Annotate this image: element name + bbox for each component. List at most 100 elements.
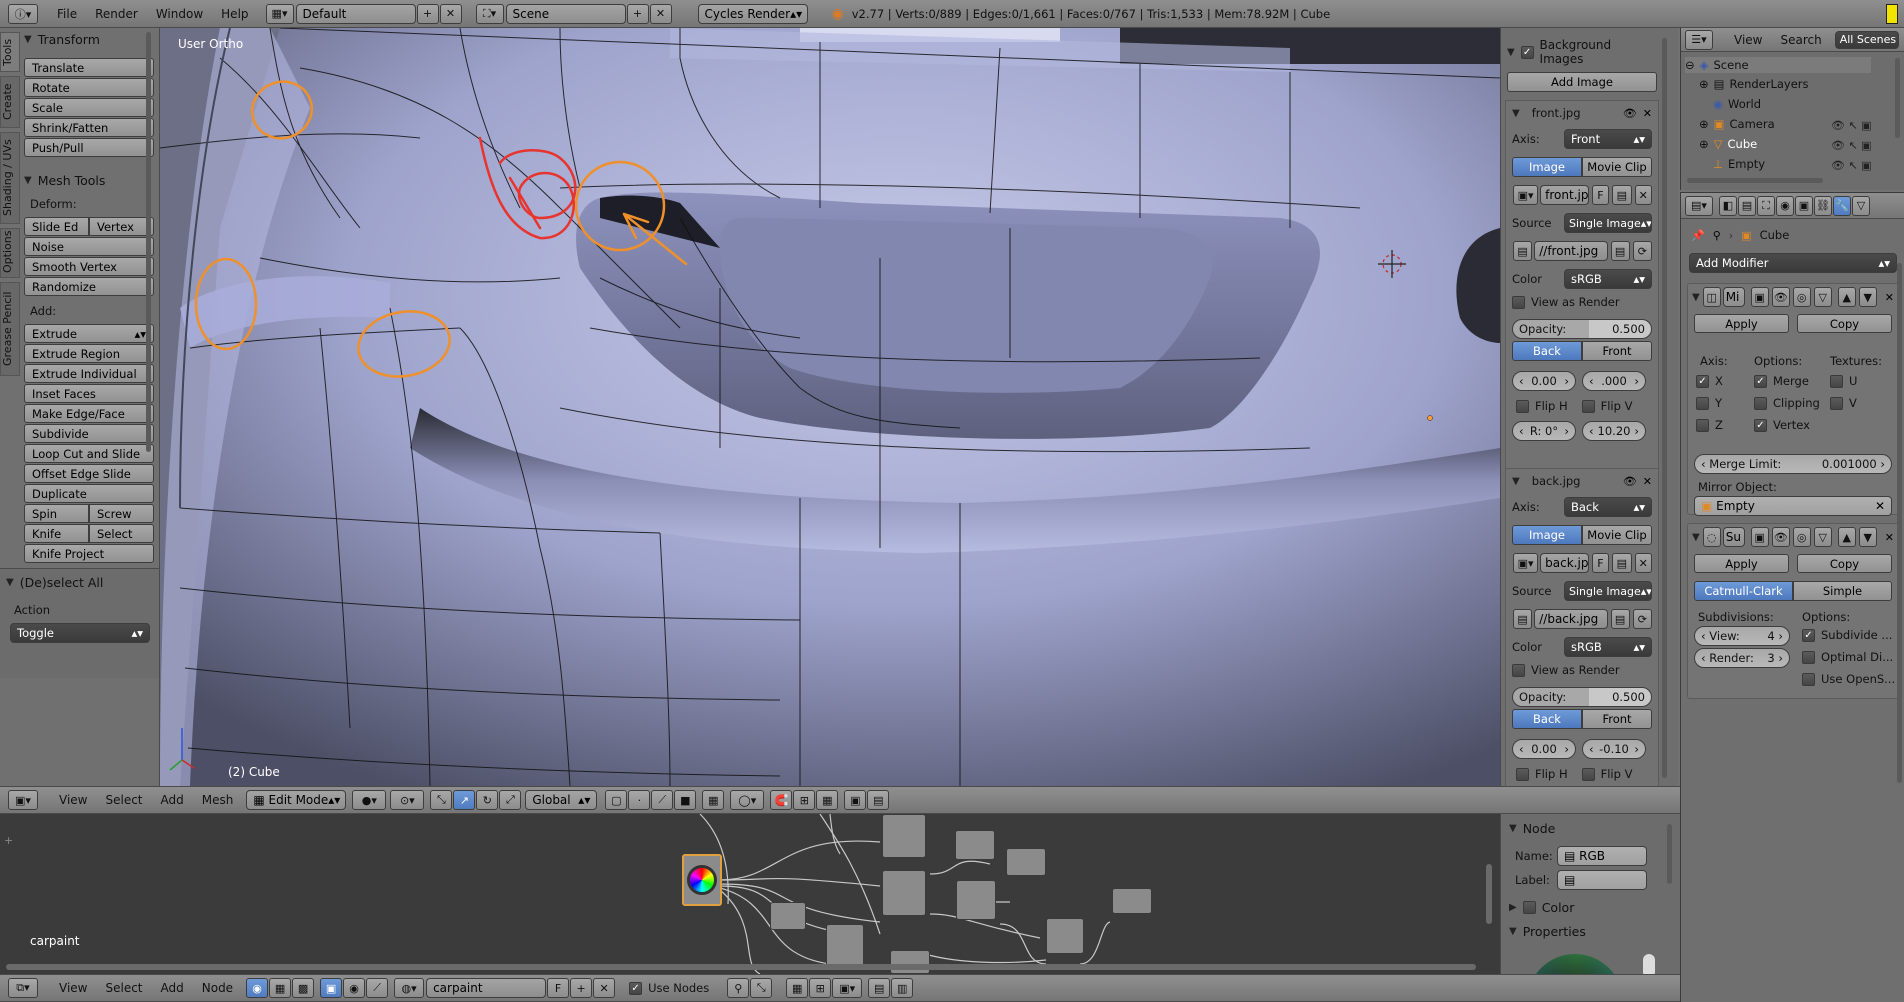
reload-image-icon[interactable]: ⟳ [1632, 609, 1652, 629]
tab-options[interactable]: Options [0, 228, 20, 278]
edge-select-icon[interactable]: ⟋ [651, 790, 674, 810]
render-engine-select[interactable]: Cycles Render ▴▾ [697, 3, 808, 24]
info-warning-icon[interactable] [1886, 4, 1898, 24]
object-shader-icon[interactable]: ▣ [320, 978, 343, 998]
use-opensubdiv-checkbox[interactable] [1802, 672, 1815, 686]
screen-layout-field[interactable]: Default [295, 3, 416, 24]
render-display-icon[interactable]: ◎ [1792, 287, 1811, 307]
node-properties-section-header[interactable]: ▼ Properties [1509, 922, 1586, 940]
background-images-header[interactable]: ▼ ✓ Background Images [1507, 38, 1657, 66]
close-icon[interactable]: ✕ [1643, 107, 1652, 120]
mirror-x-checkbox[interactable]: ✓ [1696, 374, 1709, 388]
constraints-context-icon[interactable]: ⛓ [1814, 195, 1832, 216]
tab-image[interactable]: Image [1512, 525, 1582, 545]
offset-y-field[interactable]: ‹ -0.10 › [1582, 739, 1646, 759]
node-copy-icon[interactable]: ▤ [868, 978, 891, 998]
tab-create[interactable]: Create [0, 76, 20, 128]
view3d-menu-mesh[interactable]: Mesh [193, 793, 243, 807]
camera-visibility-toggles[interactable]: 👁 ↖ ▣ [1831, 116, 1901, 136]
node-menu-add[interactable]: Add [152, 981, 193, 995]
node-color-wheel[interactable] [1527, 954, 1623, 974]
viewport-display-icon[interactable]: 👁 [1771, 287, 1790, 307]
optimal-display-checkbox[interactable] [1802, 650, 1815, 664]
noise-button[interactable]: Noise [24, 237, 154, 256]
size-field[interactable]: ‹ 10.20 › [1582, 421, 1646, 441]
move-up-icon[interactable]: ▲ [1837, 287, 1856, 307]
node-label-field[interactable]: ▤ [1557, 870, 1647, 890]
extrude-individual-button[interactable]: Extrude Individual [24, 364, 154, 383]
node-editor-type-icon[interactable]: ⧉▾ [8, 978, 38, 998]
rgb-node[interactable] [682, 854, 722, 906]
outliner-menu-search[interactable]: Search [1771, 33, 1830, 47]
menu-file[interactable]: File [48, 7, 86, 21]
info-editor-type-icon[interactable]: ⓘ▾ [8, 3, 38, 24]
node-frame-7[interactable] [956, 880, 996, 920]
snap-icon[interactable]: 🧲 [770, 790, 793, 810]
transform-section-header[interactable]: ▼ Transform [24, 28, 154, 50]
last-operator-header[interactable]: ▼ (De)select All [0, 569, 159, 595]
outliner-item-camera[interactable]: ⊕ ▣ Camera [1699, 117, 1775, 131]
opacity-slider[interactable]: Opacity: 0.500 [1512, 319, 1652, 339]
cage-display-icon[interactable]: ▽ [1813, 527, 1832, 547]
view3d-menu-add[interactable]: Add [152, 793, 193, 807]
node-value-slider[interactable] [1643, 954, 1655, 974]
fake-user-toggle[interactable]: F [1591, 553, 1610, 573]
front-toggle[interactable]: Front [1582, 341, 1652, 361]
axis-select[interactable]: Back ▴▾ [1564, 497, 1652, 517]
offset-x-field[interactable]: ‹ 0.00 › [1512, 371, 1576, 391]
collapse-arrow-icon[interactable]: ▼ [1512, 108, 1520, 119]
tab-image[interactable]: Image [1512, 157, 1582, 177]
edit-mode-display-icon[interactable]: ▣ [1750, 287, 1769, 307]
viewport-display-icon[interactable]: 👁 [1771, 527, 1790, 547]
back-toggle[interactable]: Back [1512, 709, 1582, 729]
tab-tools[interactable]: Tools [0, 32, 20, 72]
edit-mode-display-icon[interactable]: ▣ [1750, 527, 1769, 547]
material-browse-icon[interactable]: ◍▾ [394, 978, 425, 998]
node-menu-select[interactable]: Select [96, 981, 151, 995]
render-still-icon[interactable]: ▣ [844, 790, 867, 810]
outliner-item-cube[interactable]: ⊕ ▽ Cube [1699, 137, 1757, 151]
eye-icon[interactable]: 👁 [1623, 107, 1637, 120]
fake-user-toggle[interactable]: F [1591, 185, 1610, 205]
unlink-image-icon[interactable]: ✕ [1634, 553, 1652, 573]
node-frame-5[interactable] [890, 950, 930, 974]
scale-manipulator-icon[interactable]: ⤢ [499, 790, 522, 810]
snap-target-icon[interactable]: ▦ [816, 790, 839, 810]
translate-manipulator-icon[interactable]: ↗ [453, 790, 476, 810]
subsurf-copy-button[interactable]: Copy [1797, 554, 1892, 573]
randomize-button[interactable]: Randomize [24, 277, 154, 296]
add-modifier-select[interactable]: Add Modifier ▴▾ [1689, 253, 1897, 273]
manipulator-toggle-icon[interactable]: ⤡ [430, 790, 453, 810]
node-frame-8[interactable] [1006, 848, 1046, 876]
clipping-checkbox[interactable] [1754, 396, 1767, 410]
pivot-point-icon[interactable]: ⊙▾ [390, 790, 425, 810]
subsurf-modifier-name[interactable]: Su [1722, 527, 1745, 547]
knife-project-button[interactable]: Knife Project [24, 544, 154, 563]
slide-edge-button[interactable]: Slide Ed [24, 217, 89, 236]
menu-help[interactable]: Help [212, 7, 257, 21]
simple-toggle[interactable]: Simple [1793, 581, 1892, 601]
image-browse-icon[interactable]: ▣▾ [1513, 553, 1539, 573]
node-snap-target-icon[interactable]: ▦ [786, 978, 809, 998]
outliner-display-mode[interactable]: All Scenes [1834, 30, 1899, 49]
add-scene-icon[interactable]: + [626, 3, 649, 24]
offset-y-field[interactable]: ‹ .000 › [1582, 371, 1646, 391]
axis-select[interactable]: Front ▴▾ [1564, 129, 1652, 149]
3d-viewport[interactable]: User Ortho (2) Cube [160, 28, 1500, 786]
image-browse-icon[interactable]: ▣▾ [1513, 185, 1539, 205]
translate-button[interactable]: Translate [24, 58, 154, 77]
image-file-field[interactable]: back.jpg [1540, 553, 1589, 573]
material-name-field[interactable]: carpaint [426, 978, 547, 998]
back-toggle[interactable]: Back [1512, 341, 1582, 361]
menu-render[interactable]: Render [86, 7, 147, 21]
color-space-select[interactable]: sRGB ▴▾ [1564, 637, 1652, 657]
node-magnet-icon[interactable]: ⊞ [809, 978, 832, 998]
node-frame-1[interactable] [770, 902, 806, 930]
linestyle-shader-icon[interactable]: ⟋ [366, 978, 389, 998]
source-select[interactable]: Single Image ▴▾ [1564, 581, 1652, 601]
color-space-select[interactable]: sRGB ▴▾ [1564, 269, 1652, 289]
knife-select-button[interactable]: Select [89, 524, 154, 543]
move-up-icon[interactable]: ▲ [1837, 527, 1856, 547]
node-color-section-header[interactable]: ▶ Color [1509, 898, 1574, 916]
layer-icon[interactable]: ▢ [605, 790, 628, 810]
